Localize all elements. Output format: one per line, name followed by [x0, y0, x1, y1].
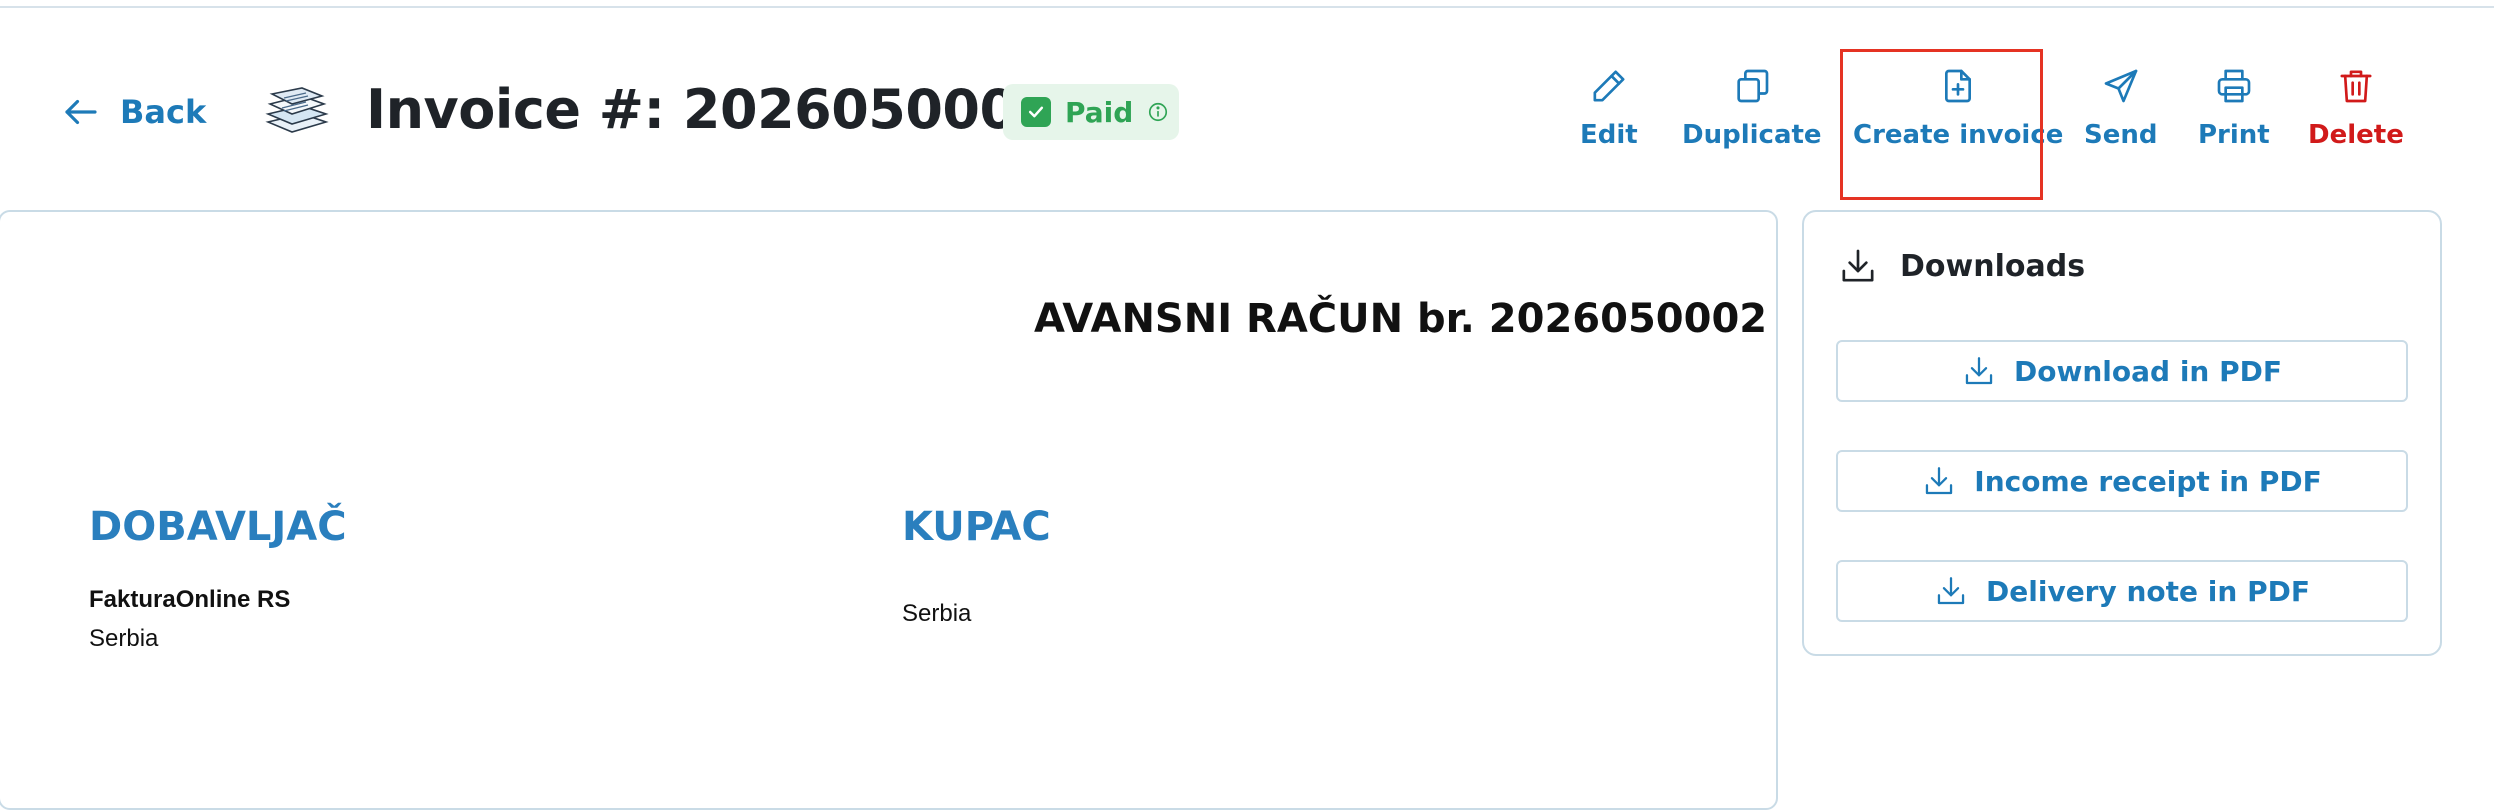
info-icon[interactable]: [1147, 101, 1169, 123]
download-icon: [1965, 357, 1993, 385]
documents-logo-icon: [265, 87, 329, 133]
download-pdf-label: Download in PDF: [2014, 354, 2282, 388]
edit-label: Edit: [1580, 120, 1638, 150]
delete-label: Delete: [2308, 120, 2404, 150]
delivery-note-pdf-label: Delivery note in PDF: [1986, 574, 2310, 608]
document-title: AVANSNI RAČUN br. 2026050002: [1034, 296, 1768, 342]
download-icon: [1926, 467, 1953, 495]
downloads-heading: Downloads: [1900, 248, 2086, 284]
send-icon: [2104, 69, 2138, 103]
selection-highlight: [1840, 49, 2043, 200]
delete-button[interactable]: Delete: [2308, 66, 2404, 150]
status-badge: Paid: [1003, 84, 1179, 140]
pencil-icon: [1593, 70, 1625, 102]
page-title: Invoice #: 2026050002: [366, 78, 1054, 141]
delivery-note-pdf-button[interactable]: Delivery note in PDF: [1836, 560, 2408, 622]
supplier-name: FakturaOnline RS: [89, 586, 291, 613]
income-receipt-pdf-label: Income receipt in PDF: [1974, 464, 2322, 498]
back-button[interactable]: Back: [60, 90, 206, 134]
top-divider: [0, 6, 2494, 8]
check-icon: [1021, 97, 1051, 127]
print-button[interactable]: Print: [2198, 66, 2270, 150]
print-label: Print: [2198, 120, 2270, 150]
arrow-left-icon: [65, 99, 97, 125]
send-label: Send: [2084, 120, 2158, 150]
downloads-header: Downloads: [1838, 246, 2085, 286]
trash-icon: [2340, 70, 2372, 103]
download-pdf-button[interactable]: Download in PDF: [1836, 340, 2408, 402]
supplier-country: Serbia: [89, 625, 159, 652]
buyer-heading: KUPAC: [902, 504, 1051, 550]
duplicate-button[interactable]: Duplicate: [1682, 66, 1822, 150]
download-icon: [1937, 577, 1965, 605]
income-receipt-pdf-button[interactable]: Income receipt in PDF: [1836, 450, 2408, 512]
send-button[interactable]: Send: [2084, 66, 2157, 150]
duplicate-icon: [1737, 69, 1769, 103]
duplicate-label: Duplicate: [1682, 120, 1822, 150]
back-label: Back: [120, 93, 207, 131]
supplier-heading: DOBAVLJAČ: [89, 504, 347, 550]
buyer-country: Serbia: [902, 600, 972, 627]
status-label: Paid: [1065, 95, 1134, 129]
printer-icon: [2217, 69, 2251, 103]
edit-button[interactable]: Edit: [1580, 66, 1638, 150]
download-icon: [1842, 249, 1874, 282]
